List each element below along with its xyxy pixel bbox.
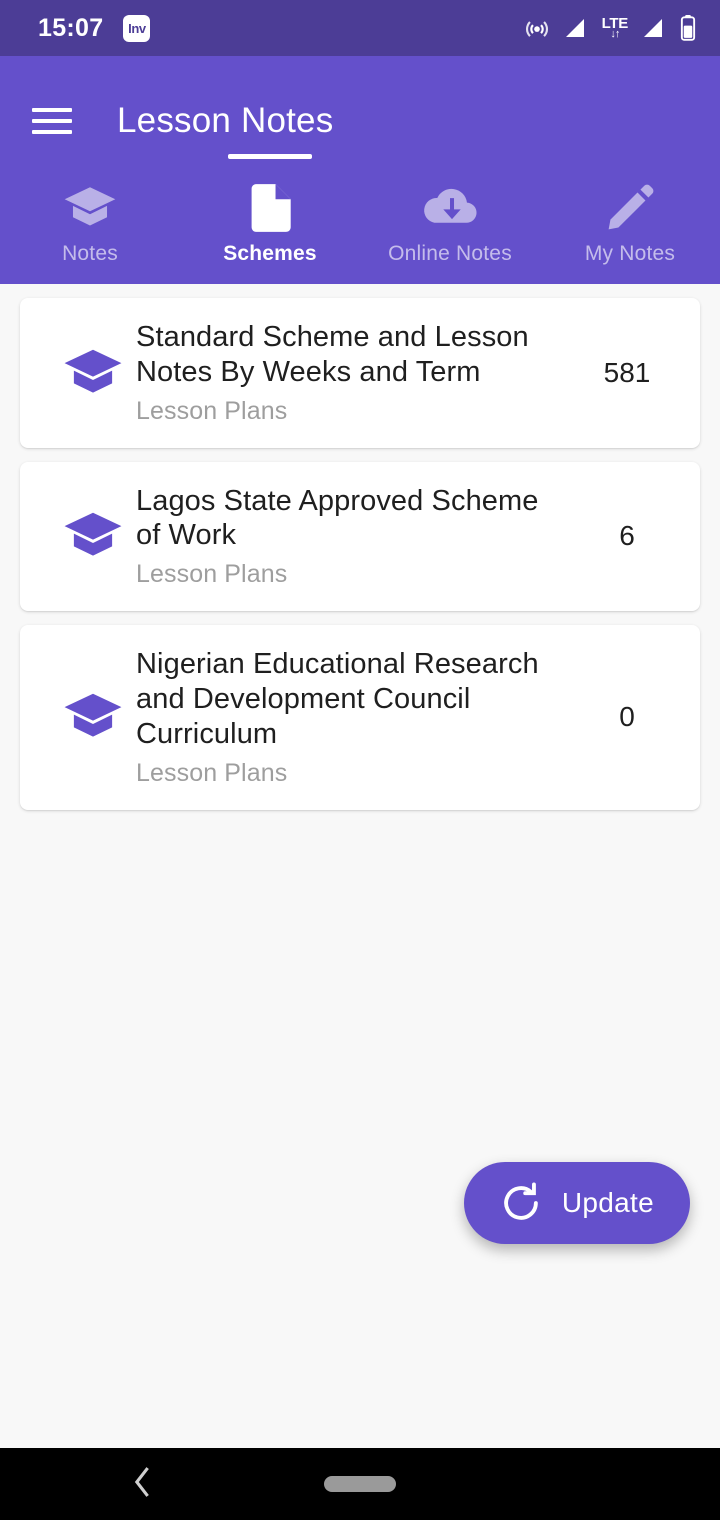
tab-bar: Notes Schemes Online Notes My Notes [0,154,720,284]
hamburger-menu-icon[interactable] [32,108,72,134]
status-bar-left: 15:07 Inv [38,13,151,43]
pencil-icon [605,180,655,236]
list-item-text: Nigerian Educational Research and Develo… [136,647,572,787]
back-chevron-icon[interactable] [128,1465,158,1504]
status-bar-right: LTE ↓↑ [524,15,696,41]
hamburger-line [32,119,72,123]
list-item-text: Standard Scheme and Lesson Notes By Week… [136,320,572,426]
list-item-count: 0 [619,701,635,733]
list-item-count: 6 [619,520,635,552]
tab-schemes[interactable]: Schemes [180,154,360,284]
tab-notes[interactable]: Notes [0,156,180,284]
list-item-title: Standard Scheme and Lesson Notes By Week… [136,321,529,388]
graduation-cap-icon [50,691,136,743]
graduation-cap-icon [50,347,136,399]
system-navigation-bar [0,1448,720,1520]
tab-label: My Notes [584,242,676,265]
cloud-download-icon [421,180,479,236]
active-tab-indicator [228,154,312,159]
tab-label: Schemes [223,242,317,265]
document-icon [247,180,293,236]
app-bar-top-row: Lesson Notes [0,86,720,156]
list-item-text: Lagos State Approved Scheme of Work Less… [136,484,572,590]
tab-label: Notes [62,242,118,265]
list-item-subtitle: Lesson Plans [136,396,288,425]
inv-notification-icon: Inv [123,14,151,42]
refresh-icon [500,1182,542,1224]
scheme-list: Standard Scheme and Lesson Notes By Week… [0,284,720,1444]
hamburger-line [32,108,72,112]
list-item[interactable]: Lagos State Approved Scheme of Work Less… [20,461,700,612]
tab-label: Online Notes [388,242,512,265]
page-title: Lesson Notes [117,101,334,140]
list-item[interactable]: Nigerian Educational Research and Develo… [20,625,700,810]
status-bar-clock: 15:07 [38,13,104,42]
app-screen: 15:07 Inv LTE ↓↑ Lesson Notes Notes Sche… [0,0,720,1520]
home-pill-handle[interactable] [324,1476,396,1492]
update-button[interactable]: Update [463,1162,690,1244]
list-item-title: Lagos State Approved Scheme of Work [136,484,539,552]
lte-data-arrows: ↓↑ [610,28,620,40]
lte-icon: LTE ↓↑ [602,16,629,40]
list-item[interactable]: Standard Scheme and Lesson Notes By Week… [20,298,700,448]
list-item-subtitle: Lesson Plans [136,758,288,787]
graduation-cap-icon [62,180,118,236]
update-button-label: Update [561,1187,654,1218]
list-item-count: 581 [603,356,651,388]
list-item-subtitle: Lesson Plans [136,560,288,589]
tab-online-notes[interactable]: Online Notes [360,156,540,284]
graduation-cap-icon [50,510,136,562]
signal-icon-2 [642,16,666,40]
app-bar: Lesson Notes Notes Schemes Online Notes … [0,56,720,284]
status-bar: 15:07 Inv LTE ↓↑ [0,0,720,56]
signal-icon [564,16,588,40]
hotspot-icon [524,15,550,41]
tab-my-notes[interactable]: My Notes [540,156,720,284]
battery-icon [680,15,696,41]
list-item-title: Nigerian Educational Research and Develo… [136,648,539,750]
hamburger-line [32,130,72,134]
